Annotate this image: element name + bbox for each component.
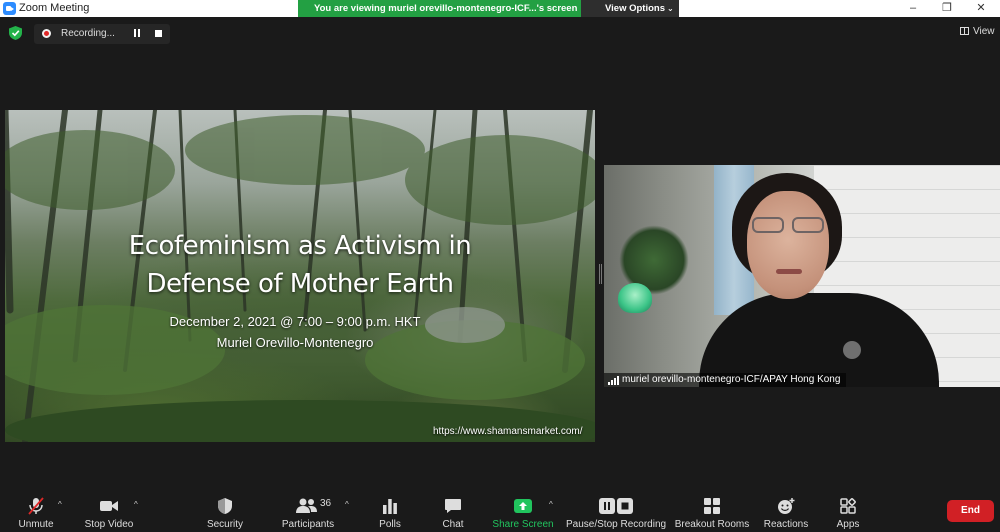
breakout-rooms-label: Breakout Rooms (674, 519, 750, 530)
slide-author: Muriel Orevillo-Montenegro (216, 335, 374, 350)
stop-recording-icon[interactable] (155, 30, 162, 37)
participants-options-caret-icon[interactable]: ^ (345, 500, 349, 509)
chat-label: Chat (442, 519, 464, 530)
muted-microphone-icon (28, 497, 44, 515)
pause-stop-recording-icon (599, 498, 633, 514)
participants-icon (296, 498, 317, 513)
chat-button[interactable]: Chat (435, 492, 471, 532)
participants-count: 36 (320, 498, 332, 509)
participant-name: muriel orevillo-montenegro-ICF/APAY Hong… (622, 374, 841, 385)
slide-source-url: https://www.shamansmarket.com/ (433, 426, 583, 437)
encryption-shield-icon[interactable] (9, 26, 22, 40)
signal-strength-icon (608, 376, 619, 385)
panel-splitter-handle[interactable] (599, 264, 602, 284)
security-label: Security (206, 519, 244, 530)
polls-button[interactable]: Polls (372, 492, 408, 532)
reactions-smiley-icon (778, 498, 795, 514)
unmute-label: Unmute (18, 519, 54, 530)
reactions-label: Reactions (763, 519, 809, 530)
view-options-button[interactable]: View Options ⌄ (581, 0, 679, 17)
video-options-caret-icon[interactable]: ^ (134, 500, 138, 509)
pause-stop-recording-label: Pause/Stop Recording (566, 519, 667, 530)
stop-video-button[interactable]: Stop Video (80, 492, 138, 532)
polls-chart-icon (383, 499, 397, 514)
view-button[interactable]: View (960, 26, 995, 37)
share-screen-button[interactable]: Share Screen (492, 492, 554, 532)
video-camera-icon (100, 501, 118, 511)
shared-screen-slide: Ecofeminism as Activism in Defense of Mo… (5, 110, 595, 442)
zoom-logo-icon (3, 2, 16, 15)
pause-stop-recording-button[interactable]: Pause/Stop Recording (566, 492, 666, 532)
chevron-down-icon: ⌄ (667, 4, 674, 13)
window-title: Zoom Meeting (19, 2, 90, 14)
unmute-button[interactable]: Unmute (12, 492, 60, 532)
recording-indicator: Recording... (34, 24, 170, 44)
recording-label: Recording... (61, 28, 115, 39)
slide-date: December 2, 2021 @ 7:00 – 9:00 p.m. HKT (169, 314, 421, 329)
audio-options-caret-icon[interactable]: ^ (58, 500, 62, 509)
breakout-rooms-button[interactable]: Breakout Rooms (674, 492, 750, 532)
meeting-toolbar: Unmute ^ Stop Video ^ Security 36 Partic… (0, 492, 1000, 532)
slide-title-line-1: Ecofeminism as Activism in (128, 231, 472, 261)
security-button[interactable]: Security (200, 492, 250, 532)
participants-label: Participants (281, 519, 335, 530)
slide-title-line-2: Defense of Mother Earth (146, 269, 454, 299)
participants-button[interactable]: 36 Participants (276, 492, 340, 532)
view-options-label: View Options (605, 3, 666, 14)
minimize-button[interactable]: – (896, 0, 930, 17)
screen-share-banner: You are viewing muriel orevillo-monteneg… (298, 0, 679, 17)
participant-name-tag: muriel orevillo-montenegro-ICF/APAY Hong… (604, 373, 847, 387)
pause-recording-icon[interactable] (133, 29, 143, 39)
share-screen-label: Share Screen (492, 519, 554, 530)
polls-label: Polls (379, 519, 401, 530)
end-meeting-button[interactable]: End (947, 500, 994, 522)
recording-dot-icon (42, 29, 51, 38)
participant-video[interactable] (604, 165, 1000, 387)
chat-bubble-icon (445, 499, 461, 513)
apps-label: Apps (836, 519, 860, 530)
slide-title: Ecofeminism as Activism in Defense of Mo… (5, 227, 595, 303)
view-label: View (973, 26, 995, 37)
close-button[interactable]: ✕ (964, 0, 998, 17)
stop-video-label: Stop Video (84, 519, 134, 530)
apps-icon (840, 498, 856, 514)
reactions-button[interactable]: Reactions (760, 492, 812, 532)
security-shield-icon (218, 498, 232, 514)
grid-icon (960, 27, 969, 35)
apps-button[interactable]: Apps (830, 492, 866, 532)
viewing-notice: You are viewing muriel orevillo-monteneg… (298, 0, 581, 17)
breakout-rooms-icon (704, 498, 720, 514)
share-screen-arrow-icon (514, 499, 532, 513)
maximize-button[interactable]: ❐ (930, 0, 964, 17)
share-options-caret-icon[interactable]: ^ (549, 500, 553, 509)
